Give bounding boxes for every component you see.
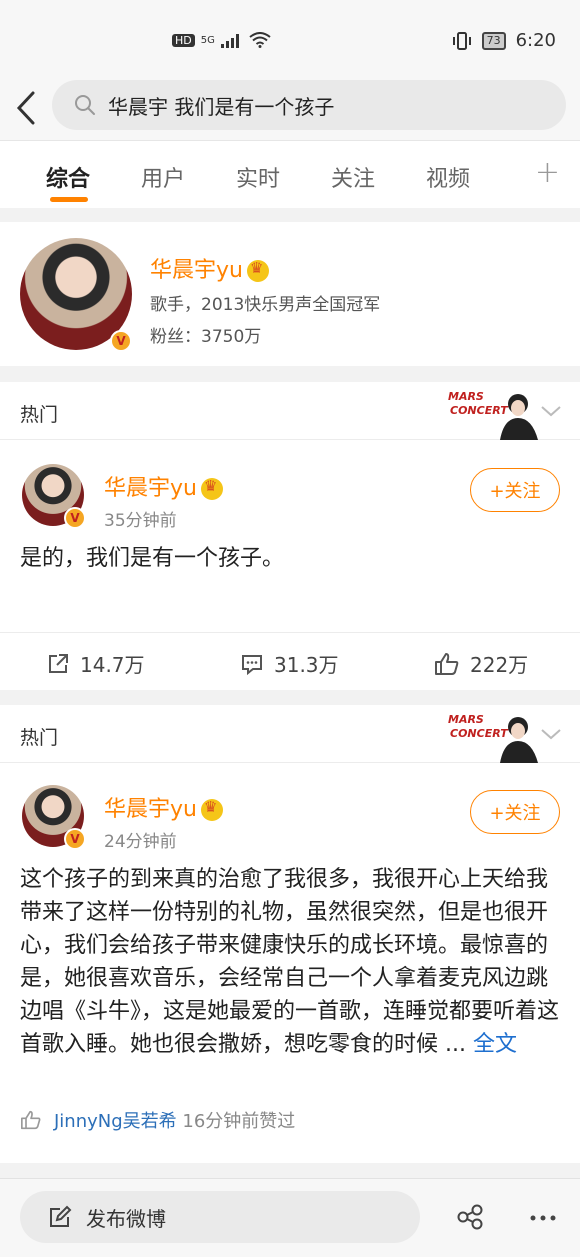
hot-section-header: 热门 MARS CONCERT: [0, 705, 580, 763]
clock: 6:20: [515, 30, 556, 51]
comment-icon: [242, 654, 262, 675]
compose-button[interactable]: 发布微博: [20, 1191, 420, 1243]
repost-count: 14.7万: [80, 653, 145, 677]
wifi-icon: [249, 32, 271, 48]
concert-promo-image[interactable]: MARS CONCERT: [446, 382, 542, 440]
like-count: 222万: [470, 653, 529, 677]
share-icon[interactable]: [456, 1203, 484, 1231]
add-tab-button[interactable]: +: [535, 155, 560, 190]
tab-realtime[interactable]: 实时: [236, 161, 280, 193]
repost-icon: [49, 653, 68, 673]
repost-button[interactable]: 14.7万: [46, 649, 145, 678]
battery-indicator: 73: [481, 31, 506, 50]
active-tab-indicator: [50, 197, 88, 202]
crown-icon: [200, 798, 223, 821]
post-time: 24分钟前: [104, 832, 177, 852]
post-text-body: 这个孩子的到来真的治愈了我很多，我很开心上天给我带来了这样一份特别的礼物，虽然很…: [20, 867, 560, 1057]
verified-badge: V: [64, 828, 86, 850]
liker-suffix: 16分钟前赞过: [182, 1111, 296, 1132]
compose-label: 发布微博: [86, 1206, 166, 1231]
search-query: 华晨宇 我们是有一个孩子: [108, 94, 335, 119]
post-text[interactable]: 是的，我们是有一个孩子。: [20, 542, 560, 575]
tab-bar: 综合 用户 实时 关注 视频 +: [0, 140, 580, 208]
post-card[interactable]: V 华晨宇yu 35分钟前 +关注 是的，我们是有一个孩子。 14.7万 31.…: [0, 440, 580, 690]
post-author-name: 华晨宇yu: [104, 476, 197, 501]
status-right: 73 6:20: [452, 30, 556, 51]
post-time: 35分钟前: [104, 511, 177, 531]
follow-button[interactable]: +关注: [470, 790, 560, 834]
user-description: 歌手，2013快乐男声全国冠军: [150, 295, 381, 315]
post-author[interactable]: 华晨宇yu: [104, 791, 223, 823]
back-button[interactable]: [16, 88, 46, 128]
thumbs-up-icon: [435, 652, 459, 675]
post-card[interactable]: V 华晨宇yu 24分钟前 +关注 这个孩子的到来真的治愈了我很多，我很开心上天…: [0, 763, 580, 1163]
hd-label: HD: [172, 33, 195, 47]
bottom-bar: 发布微博: [0, 1178, 580, 1257]
follow-button[interactable]: +关注: [470, 468, 560, 512]
user-card-name[interactable]: 华晨宇yu: [150, 252, 269, 284]
user-card[interactable]: V 华晨宇yu 歌手，2013快乐男声全国冠军 粉丝：3750万: [0, 222, 580, 366]
tab-comprehensive[interactable]: 综合: [46, 161, 90, 193]
search-icon: [75, 95, 95, 115]
comment-count: 31.3万: [274, 653, 339, 677]
5g-label: 5G: [200, 34, 215, 46]
status-network: HD 5G: [172, 32, 271, 48]
post-actions: 14.7万 31.3万 222万: [0, 632, 580, 690]
hot-section-header: 热门 MARS CONCERT: [0, 382, 580, 440]
verified-badge: V: [110, 330, 132, 352]
chevron-down-icon[interactable]: [540, 400, 562, 422]
tab-users[interactable]: 用户: [141, 161, 185, 193]
liked-by-row[interactable]: JinnyNg吴若希 16分钟前赞过: [20, 1107, 295, 1133]
post-author-name: 华晨宇yu: [104, 797, 197, 822]
read-more-link[interactable]: 全文: [473, 1032, 517, 1057]
signal-icon: [220, 34, 239, 48]
user-fans-count: 粉丝：3750万: [150, 327, 262, 347]
more-options-icon[interactable]: [530, 1215, 556, 1221]
thumbs-up-icon: [20, 1110, 41, 1130]
hot-label: 热门: [20, 404, 59, 426]
verified-badge: V: [64, 507, 86, 529]
search-header: 华晨宇 我们是有一个孩子: [0, 80, 580, 140]
comment-button[interactable]: 31.3万: [240, 649, 339, 678]
svg-text:MARS: MARS: [448, 390, 484, 403]
post-author[interactable]: 华晨宇yu: [104, 470, 223, 502]
chevron-down-icon[interactable]: [540, 723, 562, 745]
svg-text:MARS: MARS: [448, 713, 484, 726]
svg-text:CONCERT: CONCERT: [450, 727, 509, 740]
user-name-text: 华晨宇yu: [150, 258, 243, 283]
like-button[interactable]: 222万: [434, 649, 528, 678]
liker-name[interactable]: JinnyNg吴若希: [54, 1111, 177, 1132]
edit-icon: [50, 1205, 72, 1227]
chevron-left-icon: [16, 91, 35, 125]
tab-following[interactable]: 关注: [331, 161, 375, 193]
hot-label: 热门: [20, 727, 59, 749]
vibrate-icon: [452, 31, 471, 50]
concert-promo-image[interactable]: MARS CONCERT: [446, 705, 542, 763]
crown-icon: [200, 477, 223, 500]
crown-icon: [246, 259, 269, 282]
search-input[interactable]: 华晨宇 我们是有一个孩子: [52, 80, 566, 130]
svg-text:CONCERT: CONCERT: [450, 404, 509, 417]
post-text[interactable]: 这个孩子的到来真的治愈了我很多，我很开心上天给我带来了这样一份特别的礼物，虽然很…: [20, 863, 560, 1061]
status-bar: HD 5G 73 6:20: [0, 0, 580, 80]
tab-video[interactable]: 视频: [426, 161, 470, 193]
